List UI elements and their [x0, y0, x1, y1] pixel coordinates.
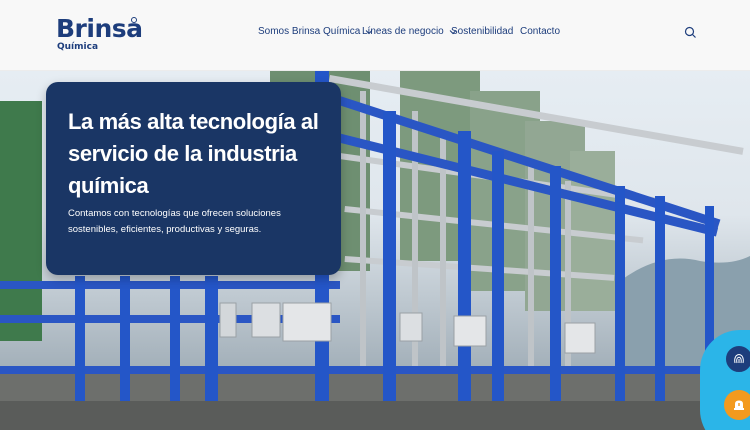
alarm-button[interactable]: [724, 390, 750, 420]
nav-label: Contacto: [520, 26, 561, 37]
nav-label: Sostenibilidad: [451, 26, 514, 37]
nav-item-somos-brinsa[interactable]: Somos Brinsa Química: [258, 25, 373, 39]
nav-item-contacto[interactable]: Contacto: [520, 25, 560, 39]
site-header: Brinsa Química Somos Brinsa Química Líne…: [0, 0, 750, 71]
nav-label: Somos Brinsa Química: [258, 26, 361, 37]
search-icon[interactable]: [684, 26, 697, 39]
alarm-icon: [734, 400, 744, 410]
hero-title: La más alta tecnología al servicio de la…: [68, 109, 319, 198]
nav-item-lineas-negocio[interactable]: Líneas de negocio: [362, 25, 457, 39]
registered-mark: [131, 17, 137, 23]
hero-card: La más alta tecnología al servicio de la…: [46, 82, 341, 275]
nav-label: Líneas de negocio: [362, 26, 444, 37]
hero-banner: La más alta tecnología al servicio de la…: [0, 71, 750, 430]
hero-description: Contamos con tecnologías que ofrecen sol…: [68, 208, 281, 235]
brand-logo[interactable]: Brinsa Química: [56, 14, 146, 54]
fingerprint-icon: [734, 354, 744, 364]
brand-subtitle: Química: [57, 42, 99, 52]
brand-name: Brinsa: [56, 14, 143, 43]
nav-item-sostenibilidad[interactable]: Sostenibilidad: [451, 25, 513, 39]
fingerprint-button[interactable]: [724, 344, 750, 374]
